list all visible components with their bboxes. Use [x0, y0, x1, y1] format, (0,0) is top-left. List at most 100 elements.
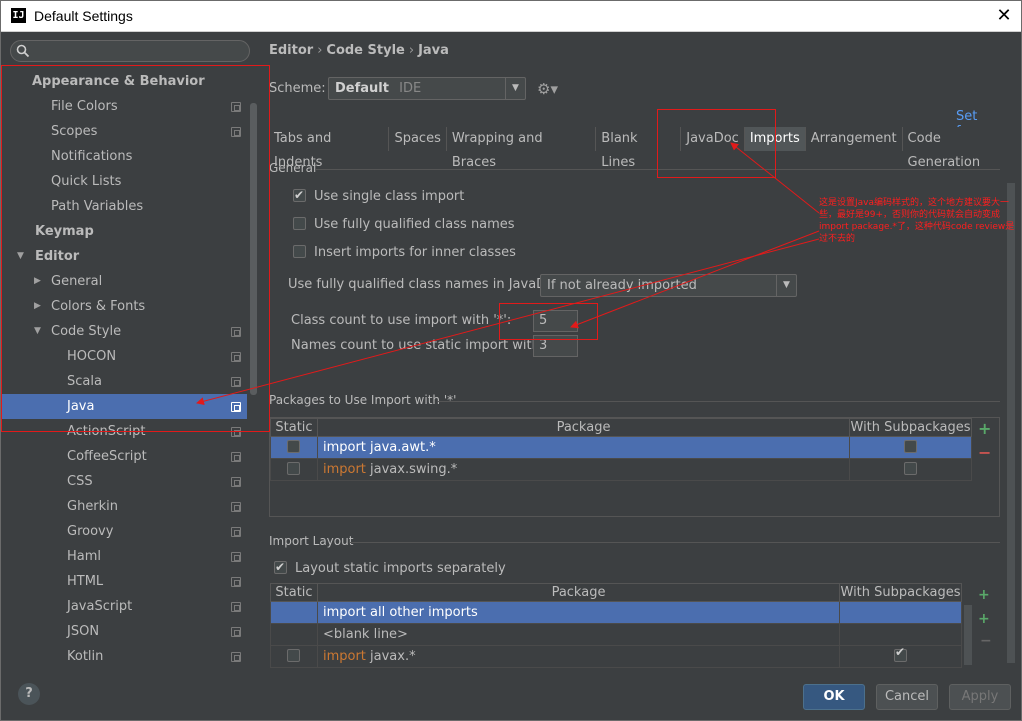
tree-item-scala[interactable]: Scala — [1, 369, 247, 394]
tree-item-json[interactable]: JSON — [1, 619, 247, 644]
tree-item-javascript[interactable]: JavaScript — [1, 594, 247, 619]
copy-icon — [231, 602, 241, 612]
chevron-down-icon[interactable]: ▼ — [505, 78, 525, 99]
tree-item-kotlin[interactable]: Kotlin — [1, 644, 247, 669]
option-label: Layout static imports separately — [295, 561, 506, 576]
static-count-input[interactable]: 3 — [533, 335, 578, 357]
tree-item-hocon[interactable]: HOCON — [1, 344, 247, 369]
checkbox-checked[interactable] — [274, 557, 287, 577]
checkbox-checked[interactable] — [894, 645, 908, 662]
checkbox[interactable] — [287, 462, 301, 475]
package-cell[interactable]: import javax.swing.* — [316, 458, 851, 481]
single-class-import-option[interactable]: Use single class import — [293, 185, 464, 207]
expanded-arrow-icon[interactable]: ▼ — [34, 319, 41, 344]
column-header[interactable]: Package — [316, 418, 851, 437]
tab-spaces[interactable]: Spaces — [389, 127, 447, 151]
tree-item-html[interactable]: HTML — [1, 569, 247, 594]
add-icon[interactable]: + — [978, 421, 991, 437]
close-icon[interactable]: ✕ — [993, 5, 1015, 27]
tree-item-file-colors[interactable]: File Colors — [1, 94, 247, 119]
tab-javadoc[interactable]: JavaDoc — [681, 127, 745, 151]
tree-item-java[interactable]: Java — [1, 394, 247, 419]
gear-icon[interactable]: ⚙▾ — [537, 80, 558, 98]
javadoc-dropdown[interactable]: If not already imported ▼ — [540, 274, 797, 297]
tab-arrangement[interactable]: Arrangement — [805, 127, 903, 151]
search-input[interactable] — [10, 40, 250, 62]
checkbox[interactable] — [293, 217, 306, 230]
tree-item-gherkin[interactable]: Gherkin — [1, 494, 247, 519]
remove-icon[interactable]: − — [978, 445, 991, 461]
checkbox[interactable] — [904, 440, 918, 453]
breadcrumb-separator: › — [317, 43, 323, 58]
package-cell[interactable]: import javax.* — [316, 645, 841, 668]
checkbox[interactable] — [293, 245, 306, 258]
tree-item-quick-lists[interactable]: Quick Lists — [1, 169, 247, 194]
tree-item-label: HTML — [67, 574, 104, 589]
copy-icon — [231, 627, 241, 637]
chevron-down-icon[interactable]: ▼ — [776, 275, 796, 296]
help-icon[interactable]: ? — [18, 683, 40, 705]
column-header[interactable]: Package — [316, 583, 841, 602]
scheme-dropdown[interactable]: Default IDE ▼ — [328, 77, 526, 100]
remove-icon[interactable]: − — [980, 633, 992, 649]
add-package-icon[interactable]: + — [978, 587, 990, 603]
package-cell[interactable]: <blank line> — [316, 623, 841, 646]
tree-item-actionscript[interactable]: ActionScript — [1, 419, 247, 444]
tree-item-label: HOCON — [67, 349, 117, 364]
column-header[interactable]: With Subpackages — [849, 418, 972, 437]
panel-scrollbar[interactable] — [1007, 183, 1015, 663]
tree-item-groovy[interactable]: Groovy — [1, 519, 247, 544]
breadcrumb-separator: › — [408, 43, 415, 58]
tab-tabs-and-indents[interactable]: Tabs and Indents — [269, 127, 390, 170]
add-blank-line-icon[interactable]: + — [978, 611, 990, 627]
tab-code-generation[interactable]: Code Generation — [902, 127, 1021, 170]
column-header[interactable]: Static — [270, 583, 318, 602]
ok-button[interactable]: OK — [803, 684, 865, 710]
checkbox[interactable] — [904, 462, 918, 475]
package-cell[interactable]: import all other imports — [316, 601, 841, 624]
tree-item-editor[interactable]: ▼ Editor — [1, 244, 247, 269]
inner-classes-option[interactable]: Insert imports for inner classes — [293, 243, 516, 263]
checkbox[interactable] — [287, 649, 301, 662]
column-header[interactable]: With Subpackages — [839, 583, 962, 602]
tree-item-appearance-behavior[interactable]: Appearance & Behavior — [1, 69, 247, 94]
tree-item-notifications[interactable]: Notifications — [1, 144, 247, 169]
collapsed-arrow-icon[interactable]: ▶ — [34, 294, 41, 319]
sidebar-scrollbar[interactable] — [250, 103, 257, 395]
table-row[interactable]: import java.awt.* — [270, 436, 972, 459]
scheme-suffix: IDE — [399, 81, 422, 96]
javadoc-label: Use fully qualified class names in JavaD… — [288, 277, 566, 292]
package-cell[interactable]: import java.awt.* — [316, 436, 851, 459]
checkbox-checked[interactable] — [293, 185, 306, 205]
table-row[interactable]: import javax.* — [270, 645, 962, 668]
tree-item-code-style[interactable]: ▼ Code Style — [1, 319, 247, 344]
settings-content: Editor › Code Style › Java Scheme: Default I… — [259, 33, 1021, 668]
window-title: Default Settings — [34, 8, 133, 24]
tab-imports[interactable]: Imports — [744, 127, 806, 151]
tree-item-colors-fonts[interactable]: ▶ Colors & Fonts — [1, 294, 247, 319]
layout-table-scrollbar[interactable] — [964, 605, 972, 665]
copy-icon — [231, 477, 241, 487]
apply-button[interactable]: Apply — [949, 684, 1011, 710]
expanded-arrow-icon[interactable]: ▼ — [17, 244, 24, 269]
copy-icon — [231, 527, 241, 537]
checkbox[interactable] — [287, 440, 301, 453]
tree-item-scopes[interactable]: Scopes — [1, 119, 247, 144]
tree-item-general[interactable]: ▶ General — [1, 269, 247, 294]
class-count-input[interactable]: 5 — [533, 310, 578, 332]
cancel-button[interactable]: Cancel — [876, 684, 938, 710]
tree-item-keymap[interactable]: Keymap — [1, 219, 247, 244]
column-header[interactable]: Static — [270, 418, 318, 437]
tab-blank-lines[interactable]: Blank Lines — [596, 127, 682, 170]
table-row[interactable]: import all other imports — [270, 601, 962, 624]
tree-item-path-variables[interactable]: Path Variables — [1, 194, 247, 219]
static-separately-option[interactable]: Layout static imports separately — [274, 557, 506, 579]
tree-item-haml[interactable]: Haml — [1, 544, 247, 569]
table-row[interactable]: <blank line> — [270, 623, 962, 646]
tree-item-css[interactable]: CSS — [1, 469, 247, 494]
tree-item-coffeescript[interactable]: CoffeeScript — [1, 444, 247, 469]
collapsed-arrow-icon[interactable]: ▶ — [34, 269, 41, 294]
fully-qualified-option[interactable]: Use fully qualified class names — [293, 215, 515, 235]
table-row[interactable]: import javax.swing.* — [270, 458, 972, 481]
tab-wrapping-and-braces[interactable]: Wrapping and Braces — [446, 127, 597, 170]
